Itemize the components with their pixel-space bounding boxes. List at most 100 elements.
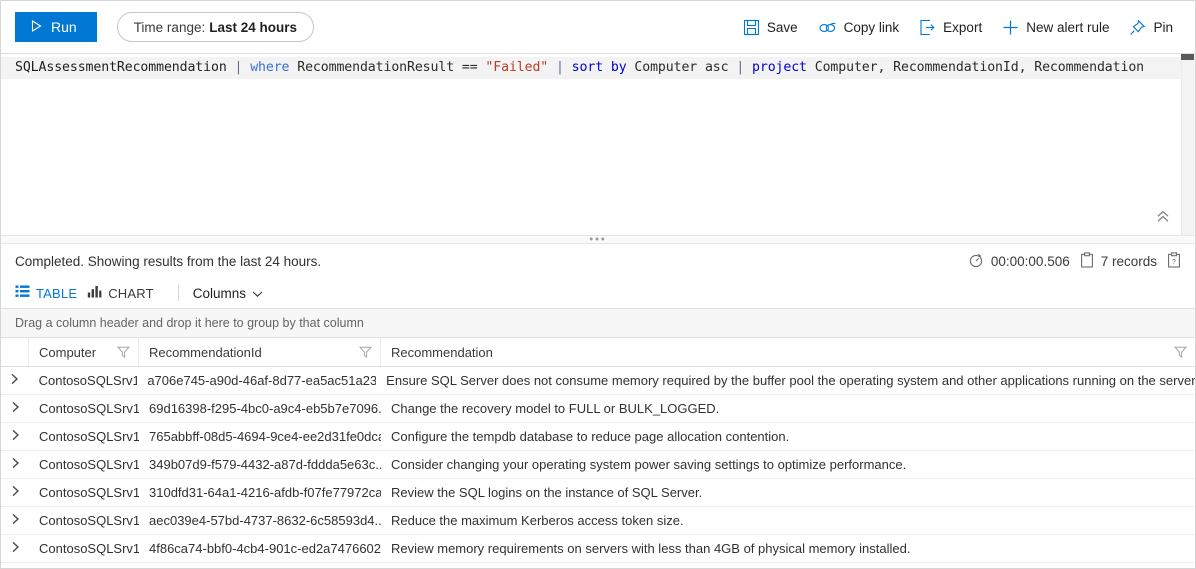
time-range-label: Time range: (133, 19, 206, 35)
chevron-right-icon (11, 429, 20, 444)
collapse-editor-button[interactable] (1151, 209, 1175, 229)
query-duration-value: 00:00:00.506 (990, 253, 1070, 269)
time-range-picker[interactable]: Time range: Last 24 hours (116, 12, 314, 42)
clipboard-icon (1080, 251, 1094, 271)
row-expand-button[interactable] (1, 423, 29, 450)
new-alert-rule-button[interactable]: New alert rule (992, 11, 1119, 43)
time-range-value: Last 24 hours (209, 19, 297, 35)
clipboard-question-icon: ? (1167, 251, 1181, 271)
chevron-right-icon (11, 401, 20, 416)
grid-header-row: Computer RecommendationId Recommendation (1, 338, 1195, 367)
cell-recommendation-id: aec039e4-57bd-4737-8632-6c58593d4... (149, 513, 381, 528)
grid-body: ContosoSQLSrv1 a706e745-a90d-46af-8d77-ea… (1, 367, 1195, 563)
editor-results-splitter[interactable]: ••• (1, 234, 1195, 245)
row-expand-button[interactable] (1, 367, 29, 394)
table-row[interactable]: ContosoSQLSrv1 310dfd31-64a1-4216-afdb-f0… (1, 479, 1195, 507)
cell-recommendation-id: a706e745-a90d-46af-8d77-ea5ac51a233c (147, 373, 377, 388)
grid-header-computer-label: Computer (39, 344, 97, 360)
query-token-where: where (250, 60, 290, 75)
query-token-pipe-3: | (728, 60, 753, 75)
chevron-right-icon (11, 457, 20, 472)
chevron-right-icon (11, 541, 20, 556)
group-by-dropzone[interactable]: Drag a column header and drop it here to… (1, 309, 1195, 338)
export-arrow-icon (919, 19, 936, 36)
cell-computer: ContosoSQLSrv1 (39, 541, 139, 556)
save-button-label: Save (766, 19, 798, 35)
grid-header-recommendation[interactable]: Recommendation (381, 338, 1195, 366)
cell-recommendation: Ensure SQL Server does not consume memor… (386, 373, 1195, 388)
results-view-tabs: TABLE CHART Columns (1, 278, 1195, 308)
query-token-pipe-1: | (226, 60, 251, 75)
filter-funnel-icon[interactable] (1174, 346, 1187, 358)
export-button[interactable]: Export (909, 11, 992, 43)
cell-recommendation-id: 765abbff-08d5-4694-9ce4-ee2d31fe0dca (149, 429, 381, 444)
cell-recommendation: Configure the tempdb database to reduce … (391, 429, 790, 444)
filter-funnel-icon[interactable] (359, 346, 372, 358)
export-button-label: Export (943, 19, 983, 35)
table-row[interactable]: ContosoSQLSrv1 765abbff-08d5-4694-9ce4-ee… (1, 423, 1195, 451)
row-expand-button[interactable] (1, 479, 29, 506)
results-status-metrics: 00:00:00.506 7 records ? (968, 251, 1181, 271)
cell-computer: ContosoSQLSrv1 (39, 485, 139, 500)
chevron-down-icon (252, 286, 263, 301)
cell-computer: ContosoSQLSrv1 (38, 373, 138, 388)
columns-button[interactable]: Columns (193, 286, 263, 301)
run-button[interactable]: Run (15, 12, 97, 42)
grid-header-recommendation-label: Recommendation (391, 344, 493, 360)
grid-header-computer[interactable]: Computer (29, 338, 139, 366)
table-row[interactable]: ContosoSQLSrv1 69d16398-f295-4bc0-a9c4-eb… (1, 395, 1195, 423)
row-expand-button[interactable] (1, 535, 29, 562)
pin-button[interactable]: Pin (1119, 11, 1183, 43)
editor-vertical-scrollbar[interactable] (1181, 54, 1195, 235)
results-status-text: Completed. Showing results from the last… (15, 253, 322, 269)
results-help-button[interactable]: ? (1167, 251, 1181, 271)
query-token-space-2 (603, 60, 611, 75)
query-token-project-args: Computer, RecommendationId, Recommendati… (806, 60, 1145, 75)
query-token-string: "Failed" (485, 60, 549, 75)
table-grid-icon (15, 285, 30, 301)
grid-header-recommendation-id[interactable]: RecommendationId (139, 338, 381, 366)
filter-funnel-icon[interactable] (117, 346, 130, 358)
cell-computer: ContosoSQLSrv1 (39, 457, 139, 472)
tab-chart[interactable]: CHART (87, 285, 164, 301)
cell-recommendation: Review memory requirements on servers wi… (391, 541, 911, 556)
tab-chart-label: CHART (108, 285, 154, 301)
bar-chart-icon (87, 285, 102, 301)
grid-header-recommendation-id-label: RecommendationId (149, 344, 262, 360)
cell-recommendation-id: 4f86ca74-bbf0-4cb4-901c-ed2a7476602b (149, 541, 381, 556)
command-toolbar: Run Time range: Last 24 hours Save Copy … (1, 1, 1195, 53)
cell-recommendation-id: 349b07d9-f579-4432-a87d-fddda5e63c... (149, 457, 381, 472)
row-expand-button[interactable] (1, 451, 29, 478)
results-grid: Drag a column header and drop it here to… (1, 308, 1195, 568)
table-row[interactable]: ContosoSQLSrv1 349b07d9-f579-4432-a87d-fd… (1, 451, 1195, 479)
records-count-value: 7 records (1100, 253, 1157, 269)
log-query-results-page: Run Time range: Last 24 hours Save Copy … (0, 0, 1196, 569)
cell-computer: ContosoSQLSrv1 (39, 429, 139, 444)
grid-header-expand-spacer (1, 338, 29, 366)
save-button[interactable]: Save (733, 11, 808, 43)
query-editor[interactable]: SQLAssessmentRecommendation | where Reco… (1, 53, 1195, 235)
play-triangle-icon (31, 20, 42, 34)
tab-table[interactable]: TABLE (15, 285, 87, 301)
pin-button-label: Pin (1153, 19, 1173, 35)
cell-recommendation: Change the recovery model to FULL or BUL… (391, 401, 720, 416)
table-row[interactable]: ContosoSQLSrv1 4f86ca74-bbf0-4cb4-901c-ed… (1, 535, 1195, 563)
save-disk-icon (743, 19, 760, 36)
query-text[interactable]: SQLAssessmentRecommendation | where Reco… (15, 57, 1179, 79)
cell-recommendation: Review the SQL logins on the instance of… (391, 485, 703, 500)
row-expand-button[interactable] (1, 395, 29, 422)
table-row[interactable]: ContosoSQLSrv1 aec039e4-57bd-4737-8632-6c… (1, 507, 1195, 535)
svg-text:?: ? (1172, 259, 1176, 266)
double-chevron-up-icon (1155, 209, 1171, 229)
query-token-equals: == (461, 60, 478, 75)
row-expand-button[interactable] (1, 507, 29, 534)
toolbar-actions: Save Copy link Export New alert rule Pin (733, 11, 1183, 43)
columns-button-label: Columns (192, 285, 247, 301)
records-count: 7 records (1080, 251, 1157, 271)
table-row[interactable]: ContosoSQLSrv1 a706e745-a90d-46af-8d77-ea… (1, 367, 1195, 395)
results-status-bar: Completed. Showing results from the last… (1, 244, 1195, 278)
cell-recommendation: Consider changing your operating system … (391, 457, 907, 472)
copy-link-button[interactable]: Copy link (808, 11, 910, 43)
chevron-right-icon (11, 485, 20, 500)
editor-scrollbar-thumb[interactable] (1181, 54, 1194, 60)
